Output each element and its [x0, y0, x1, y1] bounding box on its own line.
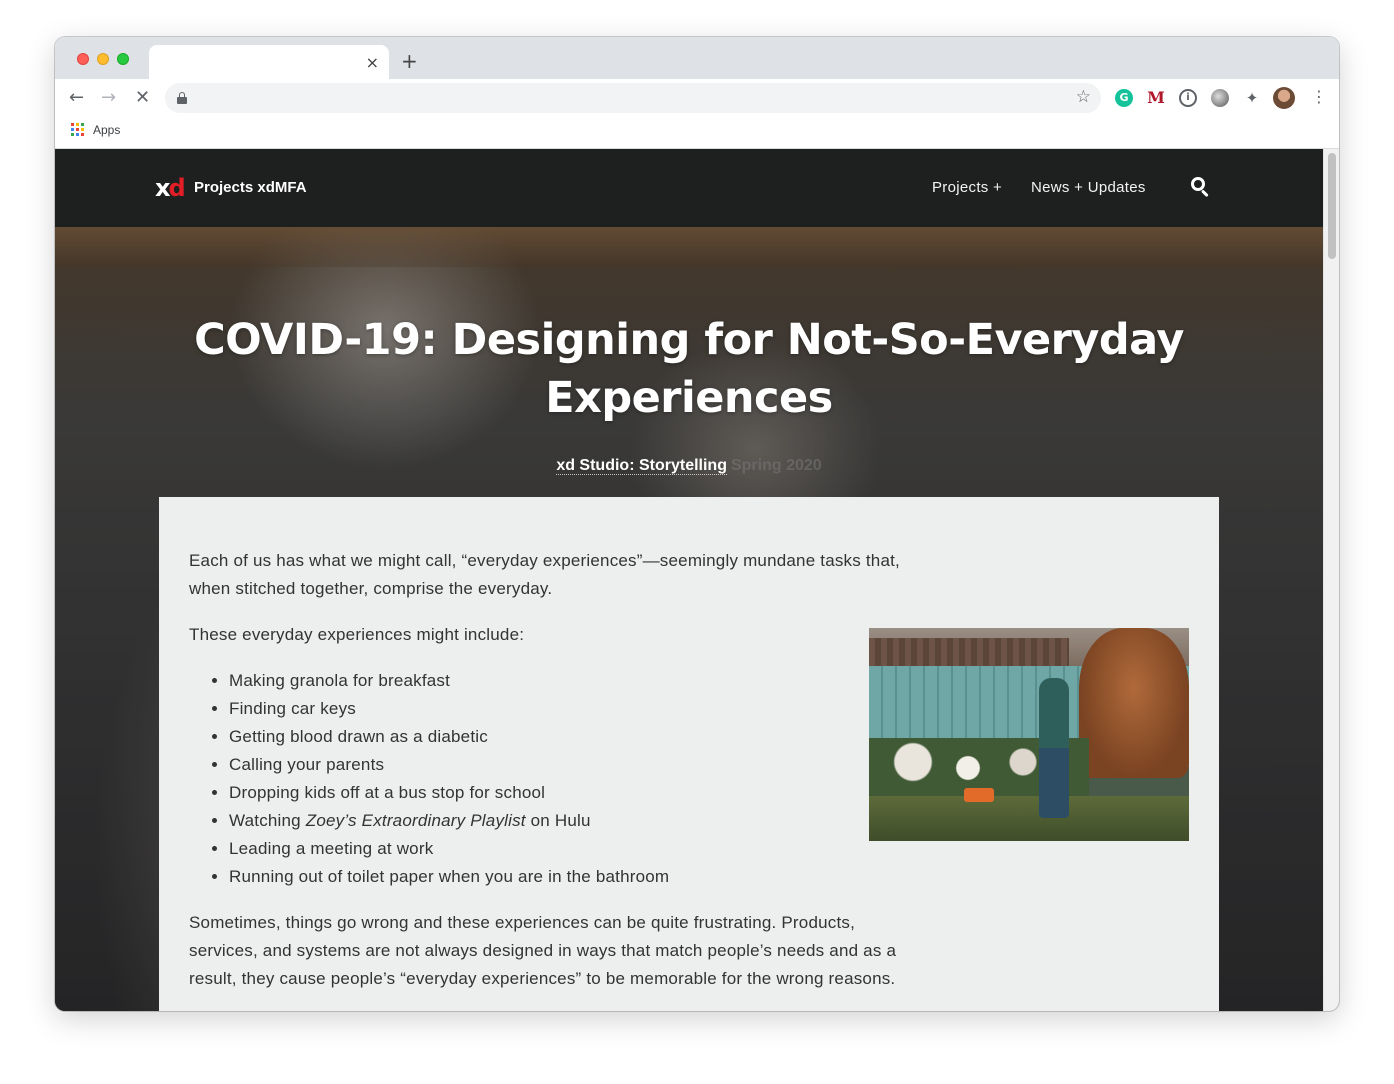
- puzzle-extensions-icon[interactable]: ✦: [1243, 89, 1261, 107]
- info-extension-icon[interactable]: i: [1179, 89, 1197, 107]
- nav-news-updates[interactable]: News + Updates: [1031, 179, 1146, 196]
- site-title-link[interactable]: Projects xdMFA: [194, 179, 307, 196]
- browser-window: × + ← → ✕ ☆ G M i ✦ ⋮ Apps xd Projects x…: [55, 37, 1339, 1011]
- active-tab[interactable]: ×: [149, 45, 389, 79]
- circle-extension-icon[interactable]: [1211, 89, 1229, 107]
- hero-subtitle: xd Studio: Storytelling Spring 2020: [55, 457, 1323, 475]
- article-body: Each of us has what we might call, “ever…: [159, 497, 1219, 1011]
- scrollbar-thumb[interactable]: [1328, 153, 1336, 259]
- list-item: Running out of toilet paper when you are…: [229, 863, 1189, 891]
- close-window-button[interactable]: [77, 53, 89, 65]
- minimize-window-button[interactable]: [97, 53, 109, 65]
- back-button[interactable]: ←: [69, 87, 84, 108]
- xd-logo[interactable]: xd: [155, 176, 186, 200]
- apps-bookmark[interactable]: Apps: [93, 123, 120, 137]
- closing-paragraph: Sometimes, things go wrong and these exp…: [189, 913, 897, 988]
- grammarly-extension-icon[interactable]: G: [1115, 89, 1133, 107]
- profile-avatar[interactable]: [1273, 87, 1295, 109]
- forward-button[interactable]: →: [101, 87, 116, 108]
- browser-toolbar: ← → ✕ ☆ G M i ✦ ⋮: [55, 79, 1339, 117]
- maximize-window-button[interactable]: [117, 53, 129, 65]
- page-title: COVID-19: Designing for Not-So-Everyday …: [194, 315, 1184, 423]
- address-bar[interactable]: ☆: [165, 83, 1101, 113]
- page-scrollbar[interactable]: [1323, 149, 1339, 1011]
- tab-close-icon[interactable]: ×: [366, 53, 379, 72]
- tab-strip: × +: [55, 37, 1339, 79]
- bookmark-star-icon[interactable]: ☆: [1076, 87, 1091, 107]
- intro-paragraph: Each of us has what we might call, “ever…: [189, 551, 900, 598]
- browser-menu-icon[interactable]: ⋮: [1311, 87, 1327, 106]
- new-tab-button[interactable]: +: [401, 49, 418, 73]
- show-title: Zoey’s Extraordinary Playlist: [305, 811, 526, 830]
- apps-grid-icon[interactable]: [71, 123, 84, 136]
- stop-loading-button[interactable]: ✕: [135, 87, 150, 108]
- article-photo-lawn-mowing: [869, 628, 1189, 841]
- studio-link[interactable]: xd Studio: Storytelling: [556, 457, 727, 475]
- search-icon[interactable]: [1191, 177, 1211, 198]
- site-header: xd Projects xdMFA Projects + News + Upda…: [55, 149, 1323, 227]
- page-viewport: xd Projects xdMFA Projects + News + Upda…: [55, 149, 1339, 1011]
- lock-icon[interactable]: [177, 92, 187, 104]
- term-label: Spring 2020: [730, 457, 822, 474]
- m-extension-icon[interactable]: M: [1147, 89, 1165, 107]
- nav-projects[interactable]: Projects +: [932, 179, 1002, 196]
- bookmarks-bar: Apps: [55, 117, 1339, 149]
